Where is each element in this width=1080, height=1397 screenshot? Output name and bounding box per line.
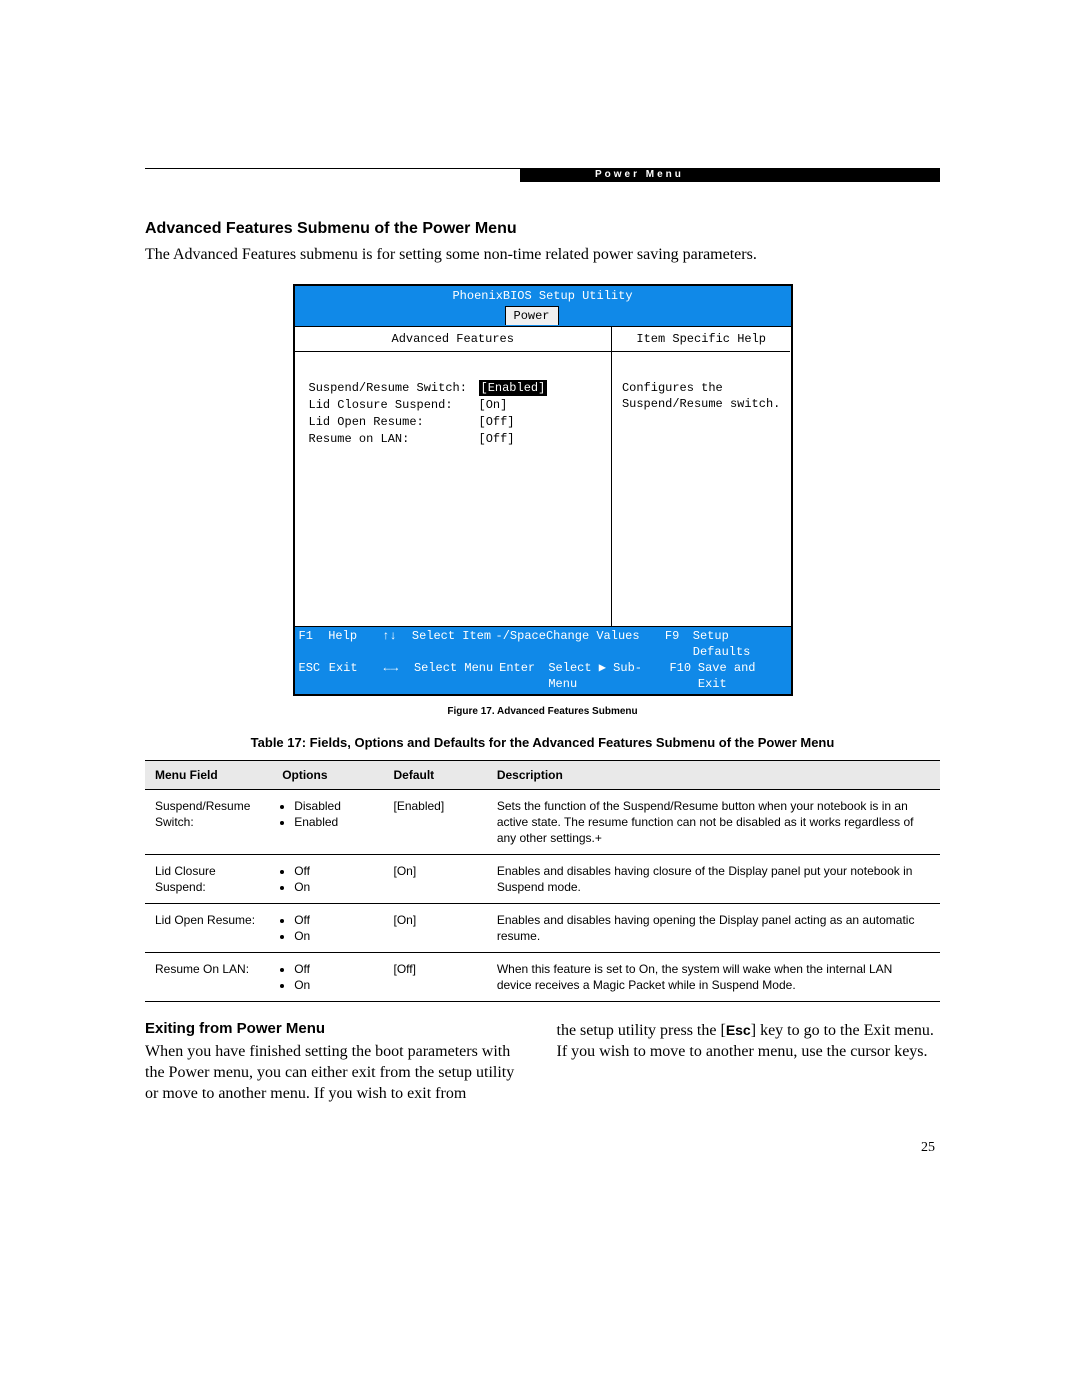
table-header-row: Menu Field Options Default Description [145,761,940,790]
bios-key: -/Space [496,628,546,660]
option-item: Off [294,912,373,928]
cell-options: OffOn [272,904,383,953]
bios-key-label: Change Values [546,628,665,660]
bios-key-label: Help [328,628,382,660]
bios-help-text: Configures the Suspend/Resume switch. [612,352,791,440]
table-caption: Table 17: Fields, Options and Defaults f… [145,735,940,750]
bios-item-0: Suspend/Resume Switch: [Enabled] [309,380,601,396]
spec-table: Menu Field Options Default Description S… [145,760,940,1002]
bios-key: F10 [669,660,697,692]
bios-item-value: [On] [479,397,508,413]
exit-left-text: When you have finished setting the boot … [145,1043,514,1102]
cell-menu-field: Lid Open Resume: [145,904,272,953]
bios-key-label: Exit [329,660,384,692]
table-row: Lid Closure Suspend:OffOn[On]Enables and… [145,855,940,904]
exit-section-title: Exiting from Power Menu [145,1020,529,1037]
bios-left-header: Advanced Features [295,327,611,352]
option-item: Off [294,863,373,879]
bios-item-value: [Off] [479,414,515,430]
bios-screenshot: PhoenixBIOS Setup Utility Power Advanced… [293,284,793,696]
section-intro: The Advanced Features submenu is for set… [145,244,940,266]
bios-key-label: Save and Exit [698,660,787,692]
bios-key-label: Select ▶ Sub-Menu [548,660,669,692]
cell-default: [On] [383,855,486,904]
bios-key-label: Setup Defaults [693,628,787,660]
bios-item-3: Resume on LAN: [Off] [309,431,601,447]
cell-description: Enables and disables having opening the … [487,904,940,953]
cell-description: Sets the function of the Suspend/Resume … [487,790,940,855]
bios-item-label: Suspend/Resume Switch: [309,380,479,396]
bios-tab-power: Power [505,306,559,325]
col-description: Description [487,761,940,790]
bios-item-label: Lid Open Resume: [309,414,479,430]
bios-item-label: Resume on LAN: [309,431,479,447]
cell-description: When this feature is set to On, the syst… [487,953,940,1002]
option-item: Off [294,961,373,977]
bios-tab-row: Power [295,306,791,327]
cell-menu-field: Resume On LAN: [145,953,272,1002]
bios-footer: F1 Help ↑↓ Select Item -/Space Change Va… [295,627,791,694]
header-section-bar: Power Menu [520,168,940,182]
cell-default: [Off] [383,953,486,1002]
table-row: Resume On LAN:OffOn[Off]When this featur… [145,953,940,1002]
cell-menu-field: Lid Closure Suspend: [145,855,272,904]
bios-key: F9 [665,628,693,660]
option-item: On [294,879,373,895]
cell-default: [Enabled] [383,790,486,855]
bios-key: ESC [299,660,329,692]
option-item: Enabled [294,814,373,830]
col-menu-field: Menu Field [145,761,272,790]
bios-item-2: Lid Open Resume: [Off] [309,414,601,430]
cell-options: OffOn [272,855,383,904]
figure-caption: Figure 17. Advanced Features Submenu [145,706,940,717]
col-options: Options [272,761,383,790]
option-item: On [294,977,373,993]
bios-key: Enter [499,660,548,692]
option-item: Disabled [294,798,373,814]
bios-item-value: [Off] [479,431,515,447]
exit-right-a: the setup utility press the [ [557,1022,726,1039]
cell-options: OffOn [272,953,383,1002]
col-default: Default [383,761,486,790]
cell-menu-field: Suspend/Resume Switch: [145,790,272,855]
page-content: Power Menu Advanced Features Submenu of … [145,170,940,1104]
bios-title: PhoenixBIOS Setup Utility [295,286,791,306]
table-row: Suspend/Resume Switch:DisabledEnabled[En… [145,790,940,855]
bios-item-label: Lid Closure Suspend: [309,397,479,413]
bios-key-label: Select Item [412,628,496,660]
esc-key-inline: Esc [726,1022,751,1038]
cell-default: [On] [383,904,486,953]
cell-options: DisabledEnabled [272,790,383,855]
bios-key: ↑↓ [382,628,412,660]
page-number: 25 [921,1140,935,1156]
cell-description: Enables and disables having closure of t… [487,855,940,904]
bios-item-1: Lid Closure Suspend: [On] [309,397,601,413]
option-item: On [294,928,373,944]
bios-key: F1 [299,628,329,660]
bios-key-label: Select Menu [414,660,499,692]
section-title: Advanced Features Submenu of the Power M… [145,220,940,238]
bios-right-header: Item Specific Help [612,327,791,352]
table-row: Lid Open Resume:OffOn[On]Enables and dis… [145,904,940,953]
bios-key: ←→ [384,660,414,692]
bios-item-value-selected: [Enabled] [479,380,548,396]
